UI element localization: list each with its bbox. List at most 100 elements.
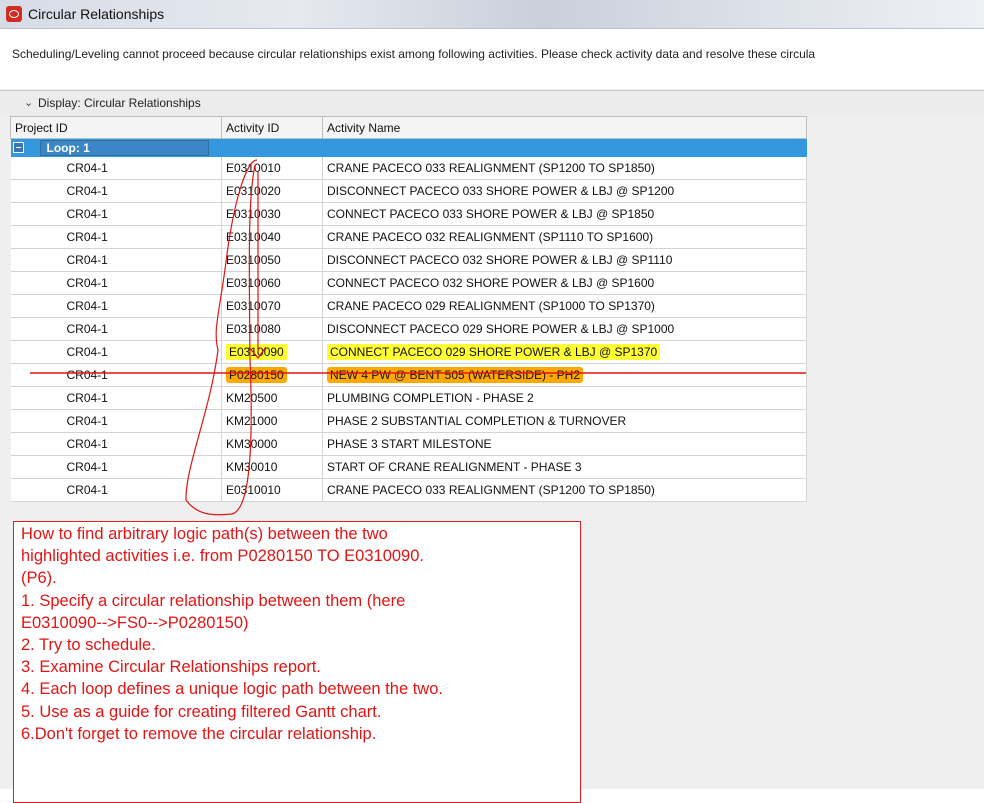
project-id-cell[interactable]: CR04-1 — [10, 317, 222, 341]
activity-name-cell-text: PLUMBING COMPLETION - PHASE 2 — [327, 391, 534, 405]
table-row[interactable]: CR04-1 E0310060 CONNECT PACECO 032 SHORE P… — [10, 271, 807, 295]
project-id-cell[interactable]: CR04-1 — [10, 478, 222, 502]
activity-id-cell-text: E0310030 — [226, 207, 281, 221]
activity-id-cell[interactable]: KM20500 — [221, 386, 323, 410]
table-row[interactable]: CR04-1 KM20500 PLUMBING COMPLETION - PHASE… — [10, 386, 807, 410]
project-id-cell[interactable]: CR04-1 — [10, 409, 222, 433]
activity-name-cell[interactable]: CONNECT PACECO 033 SHORE POWER & LBJ @ S… — [322, 202, 807, 226]
table-row[interactable]: CR04-1 KM21000 PHASE 2 SUBSTANTIAL COMPLET… — [10, 409, 807, 433]
activity-id-cell[interactable]: E0310030 — [221, 202, 323, 226]
activity-name-cell[interactable]: DISCONNECT PACECO 032 SHORE POWER & LBJ … — [322, 248, 807, 272]
activity-id-cell[interactable]: E0310010 — [221, 157, 323, 180]
activity-name-cell-text: CRANE PACECO 029 REALIGNMENT (SP1000 TO … — [327, 299, 655, 313]
project-id-cell-text: CR04-1 — [66, 483, 108, 497]
activity-name-cell[interactable]: CRANE PACECO 033 REALIGNMENT (SP1200 TO … — [322, 478, 807, 502]
activity-name-cell[interactable]: DISCONNECT PACECO 033 SHORE POWER & LBJ … — [322, 179, 807, 203]
project-id-cell[interactable]: CR04-1 — [10, 340, 222, 364]
activity-name-cell[interactable]: CRANE PACECO 033 REALIGNMENT (SP1200 TO … — [322, 157, 807, 180]
activity-name-cell[interactable]: PLUMBING COMPLETION - PHASE 2 — [322, 386, 807, 410]
project-id-cell-text: CR04-1 — [66, 414, 108, 428]
activity-name-cell-text: NEW 4 PW @ BENT 505 (WATERSIDE) - PH2 — [327, 367, 583, 383]
annotation-line: 4. Each loop defines a unique logic path… — [21, 680, 443, 699]
activity-id-cell-text: E0310090 — [226, 344, 287, 360]
activity-name-cell[interactable]: CRANE PACECO 032 REALIGNMENT (SP1110 TO … — [322, 225, 807, 249]
activity-name-cell[interactable]: PHASE 2 SUBSTANTIAL COMPLETION & TURNOVE… — [322, 409, 807, 433]
activity-id-cell[interactable]: E0310040 — [221, 225, 323, 249]
table-row[interactable]: CR04-1 E0310090 CONNECT PACECO 029 SHORE P… — [10, 340, 807, 364]
loop-group-row[interactable]: Loop: 1 — [10, 138, 807, 157]
activity-id-cell[interactable]: P0280150 — [221, 363, 323, 387]
column-header-activity-name[interactable]: Activity Name — [322, 116, 807, 139]
project-id-cell[interactable]: CR04-1 — [10, 363, 222, 387]
table-row[interactable]: CR04-1 E0310010 CRANE PACECO 033 REALIGNME… — [10, 478, 807, 502]
loop-label: Loop: 1 — [39, 140, 209, 156]
table-row[interactable]: CR04-1 E0310010 CRANE PACECO 033 REALIGNME… — [10, 157, 807, 180]
annotation-line: 1. Specify a circular relationship betwe… — [21, 591, 406, 610]
activity-id-cell-text: E0310070 — [226, 299, 281, 313]
project-id-cell-text: CR04-1 — [66, 253, 108, 267]
activity-id-cell[interactable]: E0310070 — [221, 294, 323, 318]
project-id-cell-text: CR04-1 — [66, 161, 108, 175]
column-header-project-id[interactable]: Project ID — [10, 116, 222, 139]
circular-relationships-table: Project ID Activity ID Activity Name Loo… — [10, 116, 807, 502]
chevron-down-icon[interactable]: ⌄ — [24, 96, 33, 109]
activity-name-cell-text: DISCONNECT PACECO 032 SHORE POWER & LBJ … — [327, 253, 673, 267]
project-id-cell[interactable]: CR04-1 — [10, 157, 222, 180]
project-id-cell[interactable]: CR04-1 — [10, 386, 222, 410]
project-id-cell[interactable]: CR04-1 — [10, 179, 222, 203]
collapse-icon[interactable] — [12, 142, 24, 153]
activity-name-cell-text: START OF CRANE REALIGNMENT - PHASE 3 — [327, 460, 582, 474]
activity-id-cell[interactable]: E0310020 — [221, 179, 323, 203]
table-row[interactable]: CR04-1 E0310040 CRANE PACECO 032 REALIGNME… — [10, 225, 807, 249]
annotation-line: 2. Try to schedule. — [21, 636, 156, 654]
activity-id-cell[interactable]: E0310090 — [221, 340, 323, 364]
project-id-cell[interactable]: CR04-1 — [10, 248, 222, 272]
project-id-cell[interactable]: CR04-1 — [10, 225, 222, 249]
project-id-cell[interactable]: CR04-1 — [10, 455, 222, 479]
display-menu-label[interactable]: Display: Circular Relationships — [38, 96, 201, 110]
project-id-cell[interactable]: CR04-1 — [10, 202, 222, 226]
table-row[interactable]: CR04-1 E0310070 CRANE PACECO 029 REALIGNME… — [10, 294, 807, 318]
activity-name-cell[interactable]: PHASE 3 START MILESTONE — [322, 432, 807, 456]
activity-id-cell[interactable]: KM30010 — [221, 455, 323, 479]
activity-id-cell[interactable]: E0310060 — [221, 271, 323, 295]
project-id-cell[interactable]: CR04-1 — [10, 432, 222, 456]
project-id-cell-text: CR04-1 — [66, 207, 108, 221]
activity-name-cell-text: DISCONNECT PACECO 033 SHORE POWER & LBJ … — [327, 184, 675, 198]
activity-id-cell-text: E0310060 — [226, 276, 281, 290]
table-row[interactable]: CR04-1 P0280150 NEW 4 PW @ BENT 505 (WATER… — [10, 363, 807, 387]
activity-name-cell[interactable]: START OF CRANE REALIGNMENT - PHASE 3 — [322, 455, 807, 479]
activity-id-cell[interactable]: KM21000 — [221, 409, 323, 433]
activity-id-cell[interactable]: E0310080 — [221, 317, 323, 341]
activity-name-cell-text: CRANE PACECO 032 REALIGNMENT (SP1110 TO … — [327, 230, 654, 244]
project-id-cell-text: CR04-1 — [66, 322, 108, 336]
activity-name-cell-text: PHASE 2 SUBSTANTIAL COMPLETION & TURNOVE… — [327, 414, 627, 428]
project-id-cell-text: CR04-1 — [66, 368, 108, 382]
message-area: Scheduling/Leveling cannot proceed becau… — [0, 29, 984, 89]
table-row[interactable]: CR04-1 E0310050 DISCONNECT PACECO 032 SHOR… — [10, 248, 807, 272]
column-header-activity-id[interactable]: Activity ID — [221, 116, 323, 139]
activity-name-cell[interactable]: DISCONNECT PACECO 029 SHORE POWER & LBJ … — [322, 317, 807, 341]
activity-name-cell-text: CONNECT PACECO 033 SHORE POWER & LBJ @ S… — [327, 207, 655, 221]
table-row[interactable]: CR04-1 E0310030 CONNECT PACECO 033 SHORE P… — [10, 202, 807, 226]
project-id-cell[interactable]: CR04-1 — [10, 294, 222, 318]
table-row[interactable]: CR04-1 E0310020 DISCONNECT PACECO 033 SHOR… — [10, 179, 807, 203]
table-row[interactable]: CR04-1 KM30000 PHASE 3 START MILESTONE — [10, 432, 807, 456]
annotation-line: 5. Use as a guide for creating filtered … — [21, 702, 382, 721]
activity-name-cell[interactable]: CRANE PACECO 029 REALIGNMENT (SP1000 TO … — [322, 294, 807, 318]
activity-id-cell[interactable]: E0310010 — [221, 478, 323, 502]
project-id-cell-text: CR04-1 — [66, 437, 108, 451]
annotation-line: 6.Don't forget to remove the circular re… — [21, 724, 377, 743]
project-id-cell-text: CR04-1 — [66, 460, 108, 474]
table-row[interactable]: CR04-1 E0310080 DISCONNECT PACECO 029 SHOR… — [10, 317, 807, 341]
project-id-cell-text: CR04-1 — [66, 345, 108, 359]
oracle-logo-icon — [6, 6, 22, 22]
activity-name-cell[interactable]: CONNECT PACECO 032 SHORE POWER & LBJ @ S… — [322, 271, 807, 295]
activity-id-cell[interactable]: KM30000 — [221, 432, 323, 456]
activity-id-cell[interactable]: E0310050 — [221, 248, 323, 272]
activity-name-cell[interactable]: CONNECT PACECO 029 SHORE POWER & LBJ @ S… — [322, 340, 807, 364]
project-id-cell[interactable]: CR04-1 — [10, 271, 222, 295]
activity-name-cell[interactable]: NEW 4 PW @ BENT 505 (WATERSIDE) - PH2 — [322, 363, 807, 387]
table-header-row: Project ID Activity ID Activity Name — [10, 116, 807, 139]
table-row[interactable]: CR04-1 KM30010 START OF CRANE REALIGNMENT … — [10, 455, 807, 479]
